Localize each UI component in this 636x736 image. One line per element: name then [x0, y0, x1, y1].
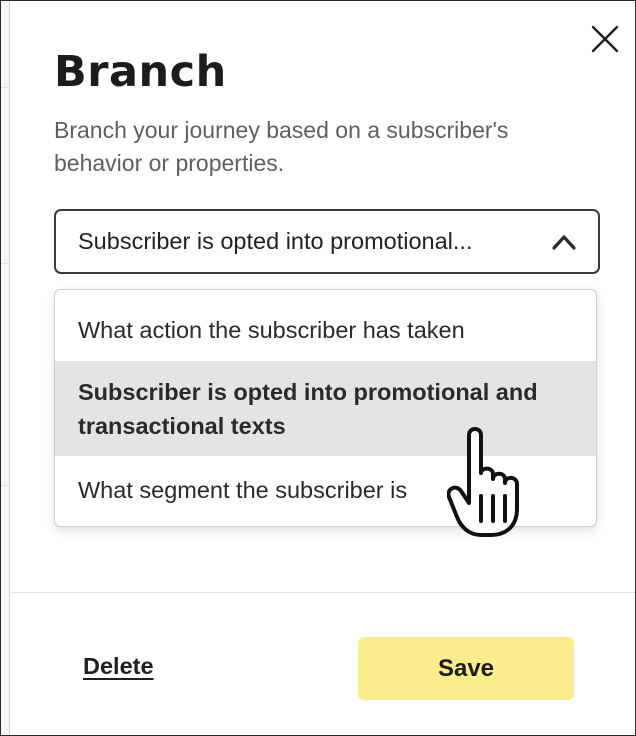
close-button[interactable] — [589, 23, 621, 55]
branch-condition-select[interactable]: Subscriber is opted into promotional... — [54, 209, 600, 274]
option-segment[interactable]: What segment the subscriber is — [55, 456, 596, 526]
footer-divider — [11, 592, 635, 593]
delete-link[interactable]: Delete — [83, 653, 154, 680]
save-button[interactable]: Save — [358, 637, 574, 700]
branch-panel: Branch Branch your journey based on a su… — [11, 1, 635, 735]
select-dropdown-menu: What action the subscriber has taken Sub… — [54, 289, 597, 527]
background-canvas-edge — [1, 1, 10, 735]
select-current-value: Subscriber is opted into promotional... — [78, 228, 473, 254]
panel-description: Branch your journey based on a subscribe… — [54, 117, 509, 176]
option-opted-into-promotional[interactable]: Subscriber is opted into promotional and… — [55, 361, 596, 456]
chevron-up-icon — [552, 235, 576, 250]
panel-title: Branch — [54, 47, 227, 97]
option-action-taken[interactable]: What action the subscriber has taken — [55, 290, 596, 362]
close-icon — [591, 25, 619, 53]
